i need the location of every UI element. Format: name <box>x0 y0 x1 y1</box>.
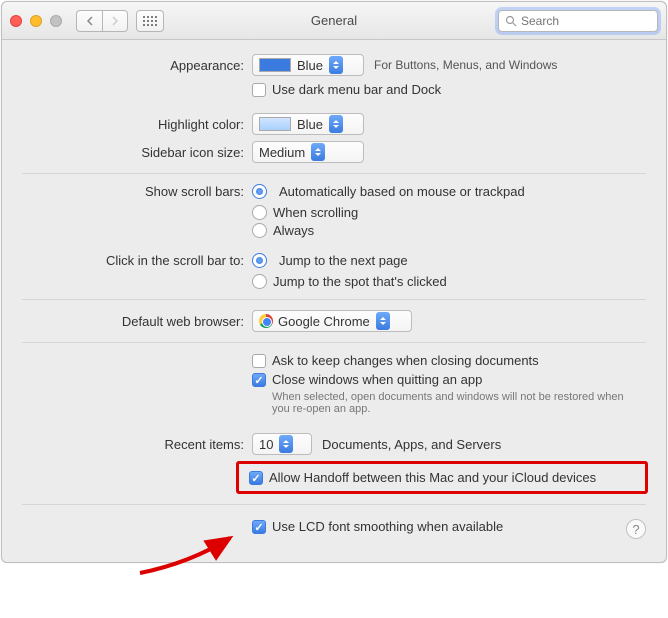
appearance-value: Blue <box>297 58 327 73</box>
preferences-window: General Appearance: Blue For Buttons, Me… <box>1 1 667 563</box>
handoff-label: Allow Handoff between this Mac and your … <box>269 470 596 485</box>
divider <box>22 173 646 174</box>
scroll-radio-always[interactable] <box>252 223 267 238</box>
appearance-side-text: For Buttons, Menus, and Windows <box>374 58 557 72</box>
highlight-value: Blue <box>297 117 327 132</box>
recent-suffix: Documents, Apps, and Servers <box>322 437 501 452</box>
back-button[interactable] <box>76 10 102 32</box>
recent-select[interactable]: 10 <box>252 433 312 455</box>
browser-label: Default web browser: <box>2 314 252 329</box>
dark-menu-label: Use dark menu bar and Dock <box>272 82 441 97</box>
chevron-left-icon <box>86 16 94 26</box>
search-field[interactable] <box>498 10 658 32</box>
stepper-icon <box>311 143 325 161</box>
clickbar-radio-spot[interactable] <box>252 274 267 289</box>
handoff-checkbox[interactable] <box>249 471 263 485</box>
divider <box>22 299 646 300</box>
sidebar-value: Medium <box>259 145 309 160</box>
forward-button[interactable] <box>102 10 128 32</box>
titlebar: General <box>2 2 666 40</box>
ask-changes-checkbox[interactable] <box>252 354 266 368</box>
scrollbars-label: Show scroll bars: <box>2 184 252 199</box>
zoom-icon <box>50 15 62 27</box>
sidebar-select[interactable]: Medium <box>252 141 364 163</box>
scroll-opt-when: When scrolling <box>273 205 358 220</box>
search-input[interactable] <box>521 14 651 28</box>
browser-select[interactable]: Google Chrome <box>252 310 412 332</box>
close-windows-checkbox[interactable] <box>252 373 266 387</box>
blue-light-swatch-icon <box>259 117 291 131</box>
close-icon[interactable] <box>10 15 22 27</box>
clickbar-opt-spot: Jump to the spot that's clicked <box>273 274 447 289</box>
clickbar-label: Click in the scroll bar to: <box>2 253 252 268</box>
scroll-opt-auto: Automatically based on mouse or trackpad <box>279 184 525 199</box>
grid-icon <box>143 16 157 26</box>
dark-menu-checkbox[interactable] <box>252 83 266 97</box>
browser-value: Google Chrome <box>278 314 374 329</box>
chevron-right-icon <box>111 16 119 26</box>
stepper-icon <box>329 56 343 74</box>
appearance-select[interactable]: Blue <box>252 54 364 76</box>
divider <box>22 342 646 343</box>
show-all-button[interactable] <box>136 10 164 32</box>
scroll-opt-always: Always <box>273 223 314 238</box>
close-windows-label: Close windows when quitting an app <box>272 372 482 387</box>
clickbar-opt-page: Jump to the next page <box>279 253 408 268</box>
chrome-icon <box>259 314 273 328</box>
lcd-label: Use LCD font smoothing when available <box>272 519 503 534</box>
search-icon <box>505 15 517 27</box>
scroll-radio-when[interactable] <box>252 205 267 220</box>
sidebar-label: Sidebar icon size: <box>2 145 252 160</box>
window-controls <box>10 15 62 27</box>
content-area: Appearance: Blue For Buttons, Menus, and… <box>2 40 666 562</box>
help-button[interactable]: ? <box>626 519 646 539</box>
stepper-icon <box>329 115 343 133</box>
nav-buttons <box>76 10 128 32</box>
ask-changes-label: Ask to keep changes when closing documen… <box>272 353 539 368</box>
appearance-label: Appearance: <box>2 58 252 73</box>
highlight-label: Highlight color: <box>2 117 252 132</box>
annotation-highlight: Allow Handoff between this Mac and your … <box>236 461 648 494</box>
recent-label: Recent items: <box>2 437 252 452</box>
recent-value: 10 <box>259 437 277 452</box>
scroll-radio-auto[interactable] <box>252 184 267 199</box>
stepper-icon <box>376 312 390 330</box>
clickbar-radio-page[interactable] <box>252 253 267 268</box>
close-windows-hint: When selected, open documents and window… <box>272 391 636 415</box>
highlight-select[interactable]: Blue <box>252 113 364 135</box>
minimize-icon[interactable] <box>30 15 42 27</box>
lcd-checkbox[interactable] <box>252 520 266 534</box>
divider <box>22 504 646 505</box>
stepper-icon <box>279 435 293 453</box>
blue-swatch-icon <box>259 58 291 72</box>
